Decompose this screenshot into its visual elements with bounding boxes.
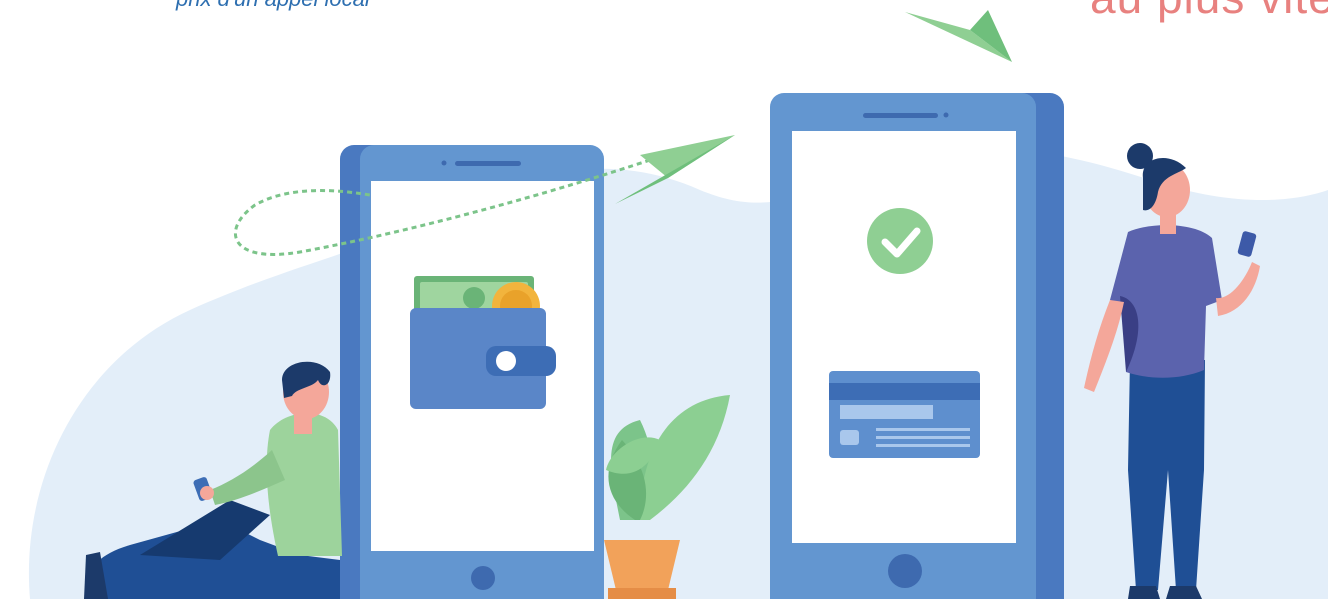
illustration <box>29 10 1328 599</box>
right-phone <box>770 93 1064 599</box>
paper-plane-icon <box>905 10 1012 62</box>
check-icon <box>867 208 933 274</box>
wallet-icon <box>410 276 556 409</box>
credit-card-icon <box>829 371 980 458</box>
